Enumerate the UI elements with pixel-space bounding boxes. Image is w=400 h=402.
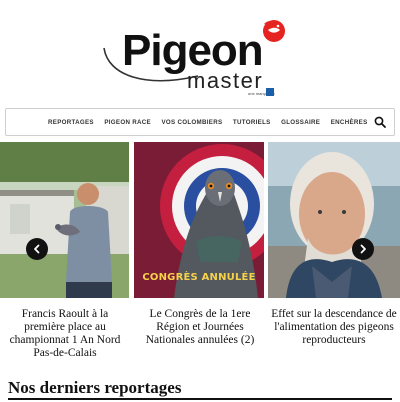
- slide-caption-3[interactable]: Effet sur la descendance de l'alimentati…: [268, 308, 400, 347]
- slider-prev-button[interactable]: [26, 238, 48, 260]
- site-header: Pigeon master une marque de: [0, 0, 400, 104]
- featured-slider: CONGRÈS ANNULÉE: [0, 142, 400, 300]
- slide-caption-2[interactable]: Le Congrès de la 1ere Région et Journées…: [136, 308, 264, 347]
- nav-list: REPORTAGES PIGEON RACE VOS COLOMBIERS TU…: [48, 119, 378, 126]
- section-title: Nos derniers reportages: [8, 378, 182, 397]
- nav-item-tutoriels[interactable]: TUTORIELS: [233, 119, 271, 126]
- logo-text[interactable]: Pigeon: [122, 29, 264, 73]
- nav-item-reportages[interactable]: REPORTAGES: [48, 119, 94, 126]
- slide-photo-3: [268, 142, 400, 298]
- section-divider: [8, 398, 392, 400]
- nav-item-pigeon-race[interactable]: PIGEON RACE: [104, 119, 151, 126]
- nav-item-encheres[interactable]: ENCHÈRES: [331, 119, 368, 126]
- brand-badge-icon: [266, 88, 274, 96]
- chevron-left-icon: [34, 244, 40, 254]
- slide-image-2[interactable]: CONGRÈS ANNULÉE: [134, 142, 264, 298]
- nav-item-glossaire[interactable]: GLOSSAIRE: [281, 119, 320, 126]
- slide-image-3[interactable]: [268, 142, 400, 298]
- main-nav: REPORTAGES PIGEON RACE VOS COLOMBIERS TU…: [5, 108, 395, 136]
- slider-next-button[interactable]: [352, 238, 374, 260]
- logo-subtitle: master: [187, 68, 264, 93]
- chevron-right-icon: [360, 244, 366, 254]
- pigeon-logo-icon: [263, 20, 285, 42]
- slide-overlay-text: CONGRÈS ANNULÉE: [142, 272, 256, 283]
- search-icon[interactable]: [374, 116, 386, 128]
- slide-caption-1[interactable]: Francis Raoult à la première place au ch…: [0, 308, 130, 360]
- slide-photo-1: [0, 142, 129, 298]
- nav-item-vos-colombiers[interactable]: VOS COLOMBIERS: [161, 119, 222, 126]
- slide-image-1[interactable]: [0, 142, 129, 298]
